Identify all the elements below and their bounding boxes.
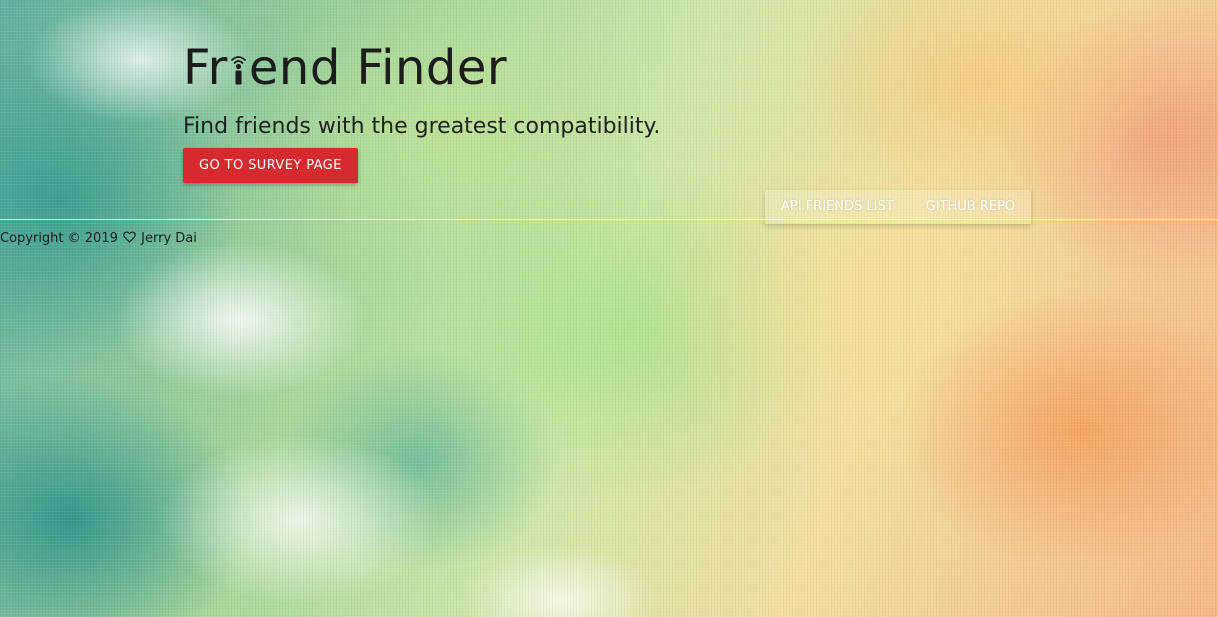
page-title: Fr end Finder <box>183 38 660 98</box>
footer-divider <box>0 219 1218 220</box>
person-i-icon <box>231 56 246 85</box>
title-part-before-icon: Fr <box>183 40 228 96</box>
go-to-survey-button[interactable]: GO TO SURVEY PAGE <box>183 148 358 183</box>
title-part-after-icon: end Finder <box>248 40 508 96</box>
heart-outline-icon <box>123 231 136 243</box>
copyright-text: Copyright © 2019 Jerry Dai <box>0 230 197 248</box>
page-subtitle: Find friends with the greatest compatibi… <box>183 114 661 139</box>
copyright-label: Copyright © 2019 <box>0 231 118 246</box>
hero-section: Fr end Finder Find friends with the great… <box>183 38 660 183</box>
copyright-author: Jerry Dai <box>141 231 197 246</box>
